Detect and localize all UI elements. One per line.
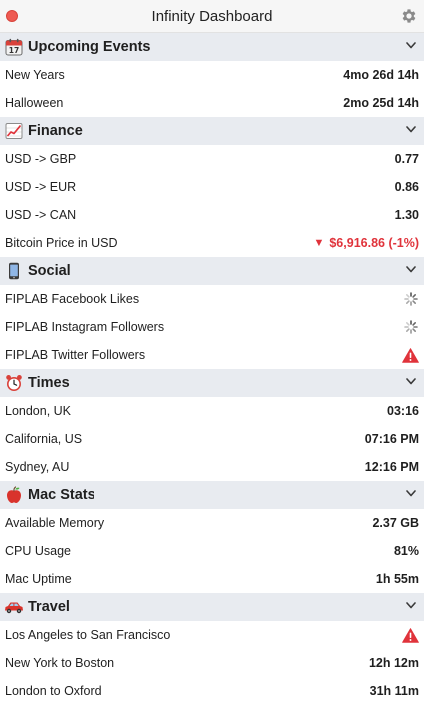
chart-icon [4, 122, 24, 140]
chevron-down-icon[interactable] [406, 490, 416, 497]
list-item: Available Memory 2.37 GB [0, 509, 424, 537]
list-item: Mac Uptime 1h 55m [0, 565, 424, 593]
calendar-icon: 17 [4, 38, 24, 56]
section-title: Times [28, 375, 70, 391]
section-title: Travel [28, 599, 70, 615]
row-value: $6,916.86 (-1%) [329, 236, 419, 250]
row-label: New Years [5, 68, 65, 82]
row-label: USD -> EUR [5, 180, 77, 194]
warning-icon[interactable] [402, 347, 419, 363]
title-bar: Infinity Dashboard [0, 0, 424, 33]
row-label: Available Memory [5, 516, 105, 530]
spinner-icon [404, 292, 418, 306]
section-header-travel[interactable]: Travel [0, 593, 424, 621]
chevron-down-icon[interactable] [406, 266, 416, 273]
row-label: Sydney, AU [5, 460, 70, 474]
chevron-down-icon[interactable] [406, 602, 416, 609]
list-item: USD -> GBP 0.77 [0, 145, 424, 173]
list-item: FIPLAB Facebook Likes [0, 285, 424, 313]
list-item: London to Oxford 31h 11m [0, 677, 424, 705]
row-label: Los Angeles to San Francisco [5, 628, 171, 642]
list-item: Halloween 2mo 25d 14h [0, 89, 424, 117]
alarm-clock-icon [4, 374, 24, 392]
list-item: Bitcoin Price in USD ▼ $6,916.86 (-1%) [0, 229, 424, 257]
row-value: 81% [393, 544, 419, 558]
section-title: Mac Stats [28, 487, 94, 503]
list-item: USD -> EUR 0.86 [0, 173, 424, 201]
section-title: Upcoming Events [28, 39, 151, 55]
list-item: CPU Usage 81% [0, 537, 424, 565]
row-value: 12:16 PM [364, 460, 419, 474]
section-header-times[interactable]: Times [0, 369, 424, 397]
row-label: London to Oxford [5, 684, 102, 698]
list-item: Los Angeles to San Francisco [0, 621, 424, 649]
row-label: FIPLAB Twitter Followers [5, 348, 146, 362]
row-value: 0.77 [394, 152, 419, 166]
row-label: USD -> CAN [5, 208, 77, 222]
list-item: FIPLAB Instagram Followers [0, 313, 424, 341]
chevron-down-icon[interactable] [406, 42, 416, 49]
section-header-social[interactable]: Social [0, 257, 424, 285]
warning-icon[interactable] [402, 627, 419, 643]
row-label: CPU Usage [5, 544, 71, 558]
row-label: California, US [5, 432, 83, 446]
svg-text:17: 17 [9, 46, 19, 55]
row-label: New York to Boston [5, 656, 115, 670]
bitcoin-value: ▼ $6,916.86 (-1%) [313, 236, 419, 250]
window-title: Infinity Dashboard [151, 8, 273, 25]
list-item: FIPLAB Twitter Followers [0, 341, 424, 369]
list-item: New York to Boston 12h 12m [0, 649, 424, 677]
row-value: 07:16 PM [364, 432, 419, 446]
section-title: Finance [28, 123, 83, 139]
row-value: 03:16 [387, 404, 419, 418]
row-value: 0.86 [394, 180, 419, 194]
car-icon [4, 598, 24, 616]
spinner-icon [404, 320, 418, 334]
row-value: 2mo 25d 14h [343, 96, 419, 110]
row-value: 31h 11m [369, 684, 419, 698]
apple-icon [4, 486, 24, 504]
dashboard-window: Infinity Dashboard 17 Upcoming Events Ne… [0, 0, 424, 706]
section-header-mac-stats[interactable]: Mac Stats [0, 481, 424, 509]
row-value: 1.30 [394, 208, 419, 222]
list-item: New Years 4mo 26d 14h [0, 61, 424, 89]
list-item: California, US 07:16 PM [0, 425, 424, 453]
section-header-upcoming-events[interactable]: 17 Upcoming Events [0, 33, 424, 61]
phone-icon [4, 262, 24, 280]
down-triangle-icon: ▼ [313, 237, 325, 249]
row-value: 4mo 26d 14h [343, 68, 419, 82]
row-label: USD -> GBP [5, 152, 77, 166]
gear-icon[interactable] [400, 7, 418, 25]
section-title: Social [28, 263, 71, 279]
list-item: USD -> CAN 1.30 [0, 201, 424, 229]
row-label: FIPLAB Instagram Followers [5, 320, 165, 334]
row-label: FIPLAB Facebook Likes [5, 292, 140, 306]
row-value: 12h 12m [368, 656, 419, 670]
list-item: Sydney, AU 12:16 PM [0, 453, 424, 481]
list-item: London, UK 03:16 [0, 397, 424, 425]
row-value: 1h 55m [375, 572, 419, 586]
row-value: 2.37 GB [372, 516, 419, 530]
section-header-finance[interactable]: Finance [0, 117, 424, 145]
chevron-down-icon[interactable] [406, 126, 416, 133]
row-label: Bitcoin Price in USD [5, 236, 118, 250]
chevron-down-icon[interactable] [406, 378, 416, 385]
row-label: London, UK [5, 404, 72, 418]
row-label: Halloween [5, 96, 64, 110]
row-label: Mac Uptime [5, 572, 72, 586]
